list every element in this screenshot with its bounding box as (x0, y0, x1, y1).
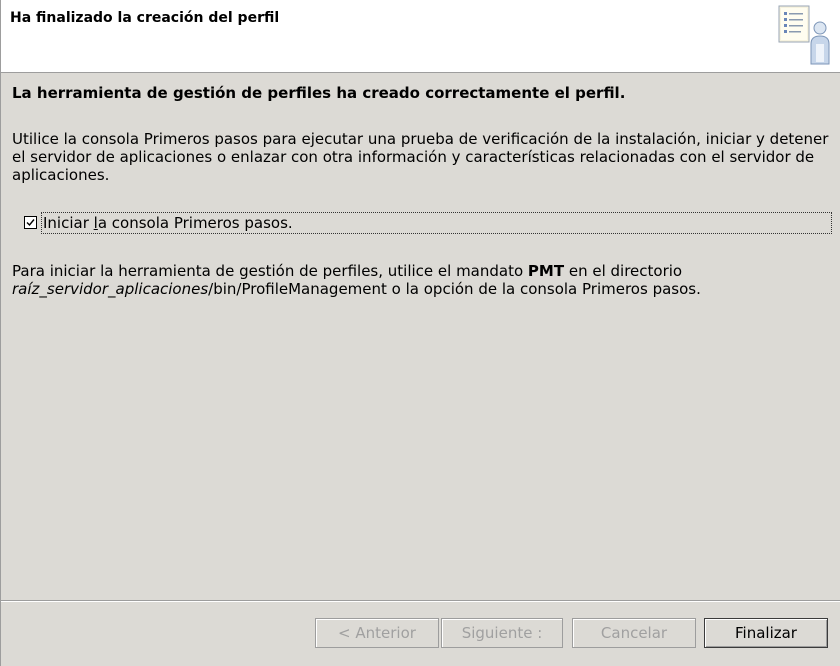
note-path-rest: /bin/ProfileManagement o la opción de la… (208, 280, 701, 298)
cancel-button[interactable]: Cancelar (572, 618, 696, 648)
note-command: PMT (527, 262, 565, 280)
checkmark-icon (26, 219, 35, 227)
note-path-root: raíz_servidor_aplicaciones (12, 280, 209, 298)
note-part2: en el directorio (564, 262, 683, 280)
note-part1: Para iniciar la herramienta de gestión d… (12, 262, 528, 280)
description-text: Utilice la consola Primeros pasos para e… (12, 130, 829, 184)
wizard-window: Ha finalizado la creación del perfil La … (0, 0, 840, 666)
checkbox-label-start: Iniciar (43, 214, 94, 232)
checkbox-label-end: a consola Primeros pasos. (97, 214, 293, 232)
launch-first-steps-option[interactable]: Iniciar la consola Primeros pasos. (22, 212, 832, 234)
success-message: La herramienta de gestión de perfiles ha… (12, 84, 626, 102)
footer-separator (1, 600, 840, 602)
launch-first-steps-checkbox[interactable] (24, 216, 37, 229)
back-button[interactable]: < Anterior (315, 618, 439, 648)
launch-first-steps-label[interactable]: Iniciar la consola Primeros pasos. (41, 212, 832, 234)
finish-button[interactable]: Finalizar (704, 618, 828, 648)
wizard-header: Ha finalizado la creación del perfil (1, 0, 840, 73)
next-button[interactable]: Siguiente : (441, 618, 563, 648)
profile-wizard-icon (776, 4, 838, 68)
pmt-note: Para iniciar la herramienta de gestión d… (12, 262, 837, 298)
page-title: Ha finalizado la creación del perfil (10, 10, 280, 26)
